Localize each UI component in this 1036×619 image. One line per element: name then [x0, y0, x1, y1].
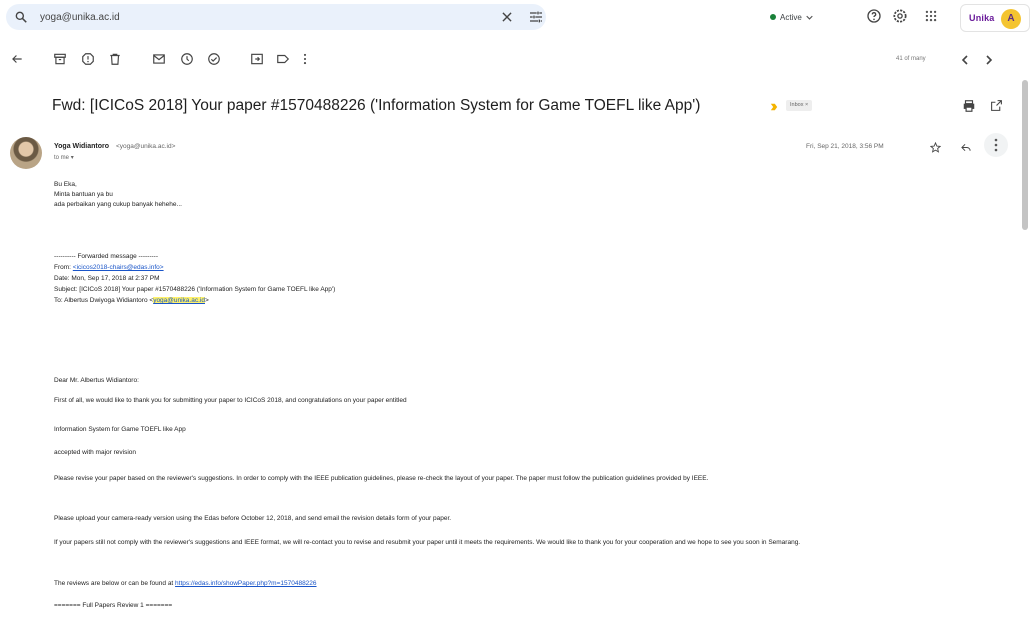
important-marker-icon[interactable]	[770, 103, 778, 111]
back-arrow-icon[interactable]	[10, 52, 24, 66]
reviews-link[interactable]: https://edas.info/showPaper.php?m=157048…	[175, 580, 316, 587]
add-task-icon[interactable]	[207, 52, 221, 66]
intro-line: Bu Eka,	[54, 181, 77, 188]
account-avatar[interactable]: A	[1001, 9, 1021, 29]
status-label: Active	[780, 12, 802, 22]
recipient-label: to me	[54, 155, 70, 161]
close-icon[interactable]	[500, 10, 514, 24]
review-header: ======= Full Papers Review 1 =======	[54, 602, 173, 609]
email-date: Fri, Sep 21, 2018, 3:56 PM	[806, 143, 884, 150]
reply-icon[interactable]	[960, 142, 972, 153]
paragraph: If your papers still not comply with the…	[54, 539, 801, 546]
mark-unread-icon[interactable]	[152, 52, 166, 66]
search-options-icon[interactable]	[528, 9, 544, 25]
help-icon[interactable]	[866, 8, 882, 24]
paragraph: Please upload your camera-ready version …	[54, 515, 452, 522]
chevron-down-icon: ▾	[70, 155, 74, 161]
more-vertical-icon	[994, 138, 998, 152]
subject-row: Fwd: [ICICoS 2018] Your paper #157048822…	[52, 94, 992, 118]
message-toolbar: 41 of many	[0, 48, 1036, 72]
chevron-down-icon	[806, 15, 813, 20]
move-to-icon[interactable]	[250, 52, 264, 66]
search-input[interactable]	[40, 9, 480, 25]
from-label: From:	[54, 264, 71, 271]
sender-avatar[interactable]	[10, 137, 42, 169]
report-spam-icon[interactable]	[81, 52, 95, 66]
forwarded-header: ---------- Forwarded message ---------	[54, 253, 158, 260]
greeting: Dear Mr. Albertus Widiantoro:	[54, 377, 139, 384]
remove-label-icon[interactable]: ×	[805, 102, 808, 108]
email-subject: Fwd: [ICICoS 2018] Your paper #157048822…	[52, 97, 701, 114]
sender-email: <yoga@unika.ac.id>	[116, 143, 176, 150]
trash-icon[interactable]	[108, 52, 122, 66]
archive-icon[interactable]	[53, 52, 67, 66]
page-count: 41 of many	[896, 56, 926, 62]
more-options-button[interactable]	[984, 133, 1008, 157]
star-icon[interactable]	[930, 142, 941, 153]
paper-title: Information System for Game TOEFL like A…	[54, 426, 186, 433]
account-switcher[interactable]: Unika A	[960, 4, 1030, 32]
reviews-text: The reviews are below or can be found at	[54, 580, 176, 587]
search-box[interactable]	[6, 4, 546, 30]
snooze-icon[interactable]	[180, 52, 194, 66]
top-bar: Active Unika A	[0, 0, 1036, 34]
chevron-left-icon[interactable]	[960, 54, 970, 66]
reviews-line: The reviews are below or can be found at…	[54, 579, 317, 589]
acceptance-status: accepted with major revision	[54, 449, 137, 456]
paragraph: Please revise your paper based on the re…	[54, 475, 709, 482]
open-in-new-window-icon[interactable]	[990, 99, 1003, 112]
inbox-label-chip[interactable]: Inbox ×	[786, 100, 813, 111]
forwarded-date: Date: Mon, Sep 17, 2018 at 2:37 PM	[54, 275, 160, 282]
apps-grid-icon[interactable]	[924, 9, 938, 23]
chevron-right-icon[interactable]	[984, 54, 994, 66]
sender-name[interactable]: Yoga Widiantoro	[54, 143, 109, 150]
forwarded-to: To: Albertus Dwiyoga Widiantoro <yoga@un…	[54, 296, 209, 306]
from-email-link[interactable]: <icicos2018-chairs@edas.info>	[73, 264, 164, 271]
status-dot	[770, 14, 776, 20]
gear-icon[interactable]	[892, 8, 908, 24]
inbox-label: Inbox	[790, 102, 804, 108]
status-selector[interactable]: Active	[770, 8, 813, 26]
to-close: >	[204, 297, 209, 304]
recipient-details[interactable]: to me ▾	[54, 154, 74, 161]
scrollbar[interactable]	[1022, 80, 1028, 230]
forwarded-from: From: <icicos2018-chairs@edas.info>	[54, 263, 164, 273]
intro-line: ada perbaikan yang cukup banyak hehehe..…	[54, 201, 182, 208]
forwarded-subject: Subject: [ICICoS 2018] Your paper #15704…	[54, 286, 336, 293]
to-label: To: Albertus Dwiyoga Widiantoro <	[54, 297, 154, 304]
intro-line: Minta bantuan ya bu	[54, 191, 113, 198]
label-icon[interactable]	[276, 52, 290, 66]
to-email-link[interactable]: yoga@unika.ac.id	[153, 297, 205, 304]
brand-logo: Unika	[969, 13, 995, 23]
search-icon[interactable]	[14, 10, 28, 24]
print-icon[interactable]	[962, 99, 976, 113]
more-vertical-icon[interactable]	[298, 52, 312, 66]
paragraph: First of all, we would like to thank you…	[54, 397, 407, 404]
